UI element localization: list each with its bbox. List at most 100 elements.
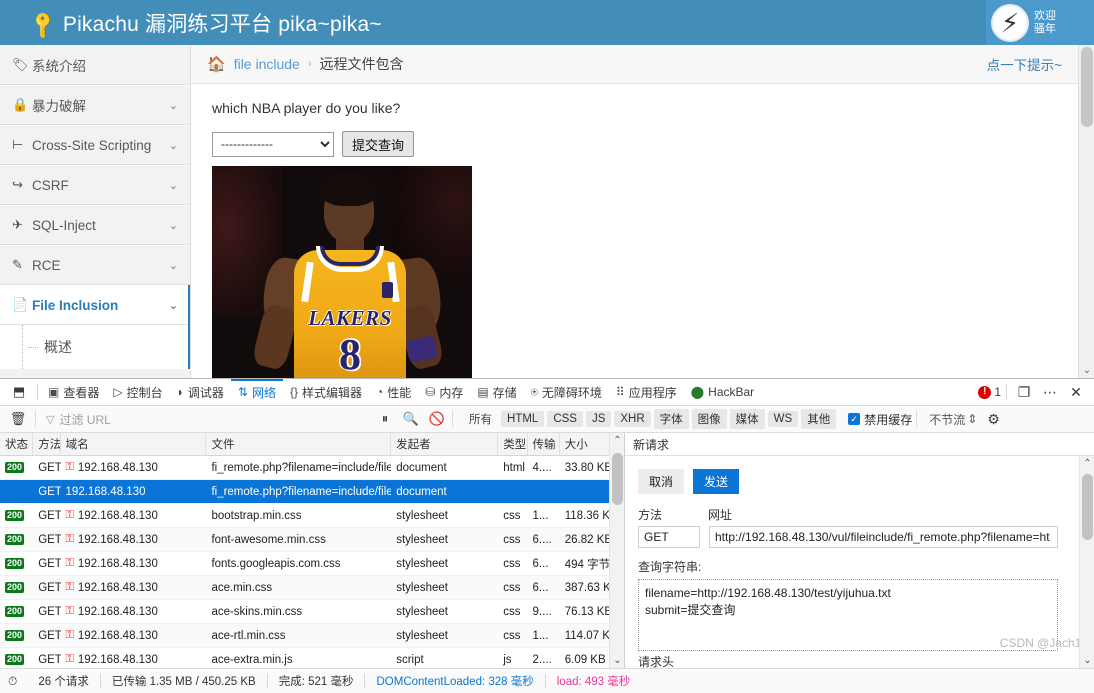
element-picker-icon[interactable]: ⬒ <box>4 384 34 400</box>
close-icon[interactable]: ✕ <box>1064 381 1088 403</box>
type-filter-font[interactable]: 字体 <box>653 409 689 429</box>
cell-file: ace-rtl.min.css <box>211 629 286 642</box>
tab-performance[interactable]: ◔ 性能 <box>369 379 418 405</box>
cell-method: GET <box>38 461 61 474</box>
table-row[interactable]: 200 GET ⚿ 192.168.48.130 ace-rtl.min.css … <box>0 624 624 648</box>
table-row[interactable]: 200 GET ⚿ 192.168.48.130 ace.min.css styl… <box>0 576 624 600</box>
filter-url-input[interactable]: ▽ 过滤 URL <box>40 411 370 428</box>
url-input[interactable] <box>709 526 1058 548</box>
sidebar-item-rce[interactable]: ✎ RCE ⌄ <box>0 245 190 285</box>
table-row[interactable]: 200 GET ⚿ 192.168.48.130 ace-extra.min.js… <box>0 648 624 668</box>
devtools-panel: ⬒ ▣ 查看器 ▷ 控制台 ◗ 调试器 ⇅ 网络 {} 样式编辑器 ◔ 性能 ⛁… <box>0 378 1094 693</box>
send-button[interactable]: 发送 <box>693 469 740 494</box>
settings-gear-icon[interactable]: ⚙ <box>987 411 1000 428</box>
sidebar-subitem-overview[interactable]: 概述 <box>0 325 190 369</box>
pencil-icon: ✎ <box>12 257 23 272</box>
type-filter-js[interactable]: JS <box>585 411 612 427</box>
disable-cache-checkbox[interactable]: ✓ 禁用缓存 <box>848 411 912 428</box>
block-icon[interactable]: 🚫 <box>426 411 448 427</box>
sidebar-item-xss[interactable]: ⊢ Cross-Site Scripting ⌄ <box>0 125 190 165</box>
column-header-file[interactable]: 文件 <box>206 433 392 455</box>
home-icon[interactable]: 🏠 <box>207 55 226 73</box>
responsive-design-icon[interactable]: ❐ <box>1012 381 1036 403</box>
cell-type: css <box>503 533 521 546</box>
tab-storage[interactable]: ▤ 存储 <box>470 379 523 405</box>
table-row[interactable]: 200 GET ⚿ 192.168.48.130 fonts.googleapis… <box>0 552 624 576</box>
sidebar-item-brute-force[interactable]: 🔒 暴力破解 ⌄ <box>0 85 190 125</box>
hint-link[interactable]: 点一下提示~ <box>987 54 1062 74</box>
cell-file: font-awesome.min.css <box>211 533 326 546</box>
tab-hackbar[interactable]: ⬤ HackBar <box>684 379 761 405</box>
page-vertical-scrollbar[interactable]: ⌄ <box>1078 45 1094 378</box>
scroll-up-icon[interactable]: ⌃ <box>1080 458 1094 469</box>
tab-debugger[interactable]: ◗ 调试器 <box>170 379 231 405</box>
chevron-down-icon: ⌄ <box>168 299 178 312</box>
scroll-down-icon[interactable]: ⌄ <box>1080 655 1094 666</box>
tab-inspector[interactable]: ▣ 查看器 <box>41 379 106 405</box>
throttle-select[interactable]: 不节流 ⇕ <box>929 411 977 428</box>
pause-icon[interactable]: ⏸ <box>374 411 396 427</box>
scroll-down-icon[interactable]: ⌄ <box>610 655 624 666</box>
cell-status: 200 <box>0 600 33 623</box>
tab-label: 无障碍环境 <box>541 385 602 400</box>
error-count-badge[interactable]: ! 1 <box>978 385 1001 399</box>
type-filter-ws[interactable]: WS <box>767 411 799 427</box>
column-header-initiator[interactable]: 发起者 <box>391 433 499 455</box>
column-header-status[interactable]: 状态 <box>0 433 34 455</box>
tab-label: HackBar <box>708 385 755 399</box>
scroll-thumb[interactable] <box>612 453 623 505</box>
cell-initiator: document <box>396 485 447 498</box>
user-welcome-box[interactable]: ⚡ 欢迎 骚年 <box>986 0 1094 45</box>
cell-file: ace-skins.min.css <box>211 605 303 618</box>
cancel-button[interactable]: 取消 <box>638 469 685 494</box>
scroll-up-icon[interactable]: ⌃ <box>610 435 624 446</box>
page-scroll-thumb[interactable] <box>1081 47 1093 127</box>
type-filter-xhr[interactable]: XHR <box>614 411 651 427</box>
tab-memory[interactable]: ⛁ 内存 <box>418 379 470 405</box>
player-select[interactable]: ------------- <box>212 131 334 157</box>
sidebar-item-csrf[interactable]: ↪ CSRF ⌄ <box>0 165 190 205</box>
sidebar-item-sql-inject[interactable]: ✈ SQL-Inject ⌄ <box>0 205 190 245</box>
type-filter-css[interactable]: CSS <box>547 411 583 427</box>
plane-icon: ✈ <box>12 217 23 232</box>
type-filter-media[interactable]: 媒体 <box>729 409 765 429</box>
scroll-thumb[interactable] <box>1082 474 1093 540</box>
type-filter-other[interactable]: 其他 <box>801 409 837 429</box>
tab-application[interactable]: ⠿ 应用程序 <box>609 379 684 405</box>
tab-console[interactable]: ▷ 控制台 <box>106 379 169 405</box>
submit-button[interactable]: 提交查询 <box>342 131 415 157</box>
network-table-scrollbar[interactable]: ⌃ ⌄ <box>609 433 624 668</box>
column-header-type[interactable]: 类型 <box>498 433 528 455</box>
table-row[interactable]: 200 GET ⚿ 192.168.48.130 bootstrap.min.cs… <box>0 504 624 528</box>
table-row[interactable]: 200 GET ⚿ 192.168.48.130 fi_remote.php?fi… <box>0 456 624 480</box>
tab-label: 存储 <box>492 385 517 400</box>
funnel-icon: ▽ <box>46 413 55 426</box>
clear-icon[interactable]: 🗑 <box>5 411 31 427</box>
storage-icon: ▤ <box>477 385 489 399</box>
page-scroll-down-icon[interactable]: ⌄ <box>1079 365 1094 376</box>
table-row[interactable]: GET 192.168.48.130 fi_remote.php?filenam… <box>0 480 624 504</box>
sidebar-item-intro[interactable]: 🏷 系统介绍 <box>0 45 190 85</box>
tab-style-editor[interactable]: {} 样式编辑器 <box>283 379 369 405</box>
cell-type <box>498 480 527 503</box>
player-image: LAKERS 8 <box>212 166 472 378</box>
more-options-icon[interactable]: ⋯ <box>1038 381 1062 403</box>
breadcrumb-link[interactable]: file include <box>234 56 300 72</box>
search-icon[interactable]: 🔍 <box>400 411 422 427</box>
column-header-transfer[interactable]: 传输 <box>528 433 560 455</box>
method-input[interactable] <box>638 526 700 548</box>
table-row[interactable]: 200 GET ⚿ 192.168.48.130 font-awesome.min… <box>0 528 624 552</box>
column-header-method[interactable]: 方法 <box>33 433 61 455</box>
type-filter-all[interactable]: 所有 <box>463 409 498 429</box>
query-string-textarea[interactable]: filename=http://192.168.48.130/test/yiju… <box>638 579 1058 651</box>
column-header-domain[interactable]: 域名 <box>61 433 207 455</box>
table-row[interactable]: 200 GET ⚿ 192.168.48.130 ace-skins.min.cs… <box>0 600 624 624</box>
chevron-down-icon: ⌄ <box>168 179 178 192</box>
type-filter-html[interactable]: HTML <box>501 411 545 427</box>
cell-status: 200 <box>0 624 33 647</box>
request-editor-scrollbar[interactable]: ⌃ ⌄ <box>1079 456 1094 668</box>
type-filter-image[interactable]: 图像 <box>691 409 727 429</box>
tab-accessibility[interactable]: ⍟ 无障碍环境 <box>524 379 609 405</box>
sidebar-item-file-inclusion[interactable]: 📄 File Inclusion ⌄ <box>0 285 190 325</box>
tab-network[interactable]: ⇅ 网络 <box>231 379 283 405</box>
